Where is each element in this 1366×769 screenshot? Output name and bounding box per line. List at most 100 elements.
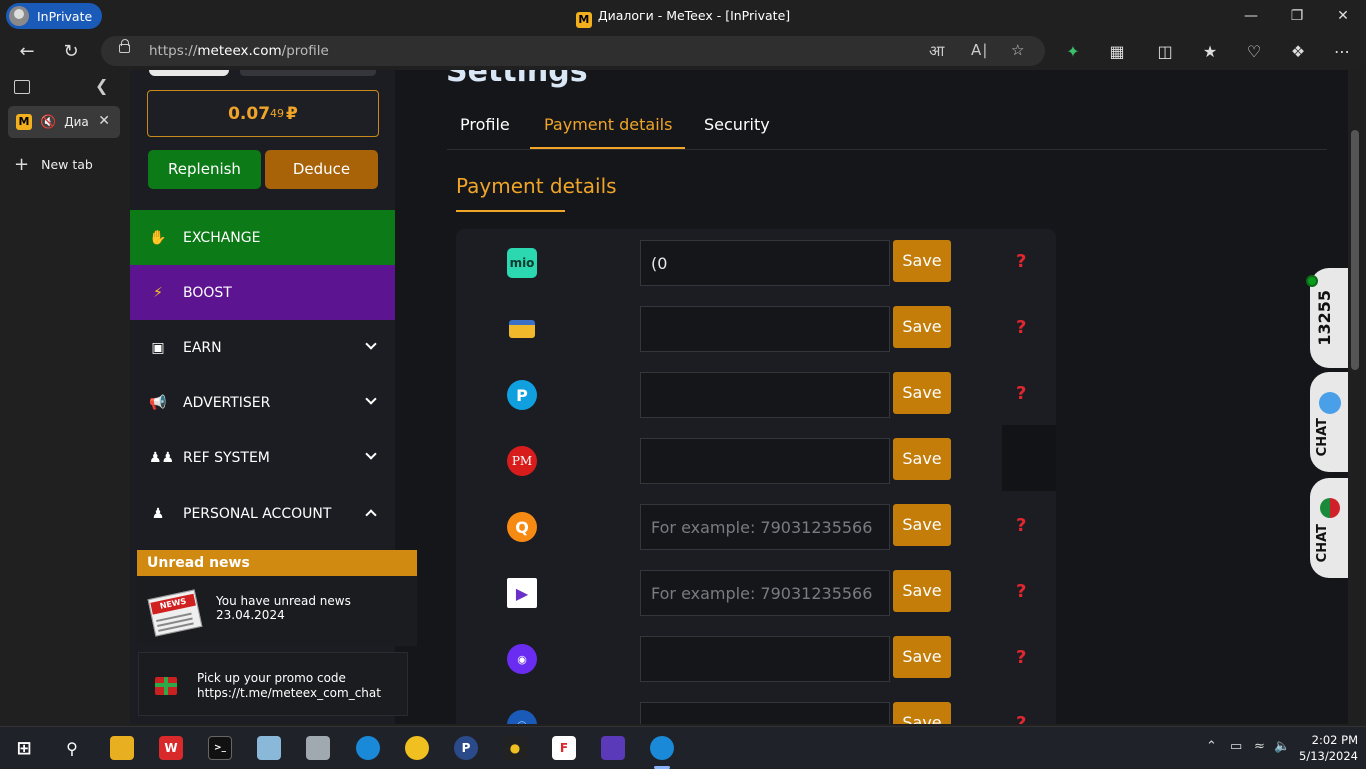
chat-bubble-icon [1319,392,1341,414]
save-button[interactable]: Save [893,570,951,612]
back-button[interactable]: ← [12,37,42,65]
notepad-icon[interactable] [257,736,281,760]
scrollbar-thumb[interactable] [1351,130,1359,370]
help-icon[interactable]: ? [1016,251,1026,272]
photos-icon[interactable] [601,736,625,760]
url-field[interactable]: https://meteex.com/profile आ A∣ ☆ [101,36,1045,66]
flipboard-icon[interactable]: F [552,736,576,760]
muted-speaker-icon[interactable]: 🔇 [40,115,56,130]
payment-row: Save ? [456,304,1056,354]
chat-widget-2[interactable]: CHAT [1310,478,1348,578]
page-scrollbar[interactable] [1348,70,1362,724]
save-button[interactable]: Save [893,702,951,724]
save-button[interactable]: Save [893,306,951,348]
payment-input[interactable] [640,438,890,484]
chevron-up-icon [365,509,377,521]
tab-security[interactable]: Security [704,115,770,134]
deduce-button[interactable]: Deduce [265,150,378,189]
chat2-label: CHAT [1315,524,1330,563]
help-icon[interactable]: ? [1016,515,1026,536]
menu-ref-system[interactable]: ♟♟ REF SYSTEM [130,430,395,485]
split-screen-icon[interactable]: ◫ [1154,40,1176,62]
collections-icon[interactable]: ❖ [1287,40,1309,62]
new-tab-button[interactable]: + New tab [14,154,93,175]
payment-input[interactable] [640,240,890,286]
show-hidden-icons-icon[interactable]: ⌃ [1206,739,1217,754]
volume-icon[interactable]: 🔈 [1274,739,1290,754]
p-app-icon[interactable]: P [454,736,478,760]
save-button[interactable]: Save [893,504,951,546]
bee-app-icon[interactable]: ● [503,736,527,760]
help-icon[interactable]: ? [1016,647,1026,668]
menu-exchange[interactable]: ✋ EXCHANGE [130,210,395,265]
favorite-star-icon[interactable]: ☆ [1011,41,1024,59]
section-title: Payment details [456,174,617,198]
balance-small: 49 [270,107,285,120]
settings-more-icon[interactable]: ⋯ [1331,40,1353,62]
web-content: 0.07 49 ₽ Replenish Deduce ✋ EXCHANGE ⚡ BO… [130,70,1362,724]
tab-actions-icon[interactable] [14,80,30,94]
translate-icon[interactable]: आ [929,41,944,61]
save-button[interactable]: Save [893,438,951,480]
refresh-button[interactable]: ↻ [56,37,86,65]
file-explorer-icon[interactable] [110,736,134,760]
news-card[interactable]: Unread news NEWS You have unread news 23… [137,550,417,646]
help-icon[interactable]: ? [1016,317,1026,338]
payment-input[interactable] [640,570,890,616]
payment-input[interactable] [640,636,890,682]
extensions-puzzle-icon[interactable]: ▦ [1106,40,1128,62]
menu-personal-account-label: PERSONAL ACCOUNT [183,505,332,522]
terminal-icon[interactable]: >_ [208,736,232,760]
settings-tabs: Profile Payment details Security [447,100,1327,150]
app-window-icon[interactable] [306,736,330,760]
menu-earn[interactable]: ▣ EARN [130,320,395,375]
replenish-button[interactable]: Replenish [148,150,261,189]
save-button[interactable]: Save [893,636,951,678]
payment-input[interactable] [640,372,890,418]
help-icon[interactable]: ? [1016,713,1026,724]
payment-input[interactable] [640,306,890,352]
close-tab-icon[interactable]: ✕ [98,113,110,129]
payment-input[interactable] [640,702,890,724]
extension-icon[interactable]: ✦ [1062,40,1084,62]
favorites-icon[interactable]: ★ [1199,40,1221,62]
help-icon[interactable]: ? [1016,581,1026,602]
flag-icon [1320,498,1340,518]
person-icon: ♟ [151,505,165,522]
payment-row: P Save ? [456,370,1056,420]
bank-card-icon [509,320,535,338]
lock-icon [119,39,130,53]
start-windows-icon[interactable]: ⊞ [12,736,36,760]
minimize-button[interactable]: — [1228,0,1274,32]
help-icon[interactable]: ? [1016,383,1026,404]
battery-icon[interactable]: ▭ [1230,739,1242,754]
news-text: You have unread news 23.04.2024 [216,594,351,622]
edge-browser-icon[interactable] [356,736,380,760]
chat-widget-1[interactable]: CHAT [1310,372,1348,472]
menu-personal-account[interactable]: ♟ PERSONAL ACCOUNT [130,486,395,541]
maximize-button[interactable]: ❐ [1274,0,1320,32]
payment-input[interactable] [640,504,890,550]
clock[interactable]: 2:02 PM 5/13/2024 [1296,732,1358,764]
save-button[interactable]: Save [893,240,951,282]
collapse-pane-icon[interactable]: ❮ [95,76,108,95]
wifi-icon[interactable]: ≈ [1254,739,1265,754]
colorful-app-icon[interactable] [405,736,429,760]
tab-meteex[interactable]: M 🔇 Диа ✕ [8,106,120,138]
address-bar: ← ↻ https://meteex.com/profile आ A∣ ☆ ✦ … [0,32,1366,70]
search-icon[interactable]: ⚲ [60,736,84,760]
edge-inprivate-icon[interactable] [650,736,674,760]
wps-office-icon[interactable]: W [159,736,183,760]
browser-essentials-icon[interactable]: ♡ [1243,40,1265,62]
menu-advertiser[interactable]: 📢 ADVERTISER [130,375,395,430]
tab-profile[interactable]: Profile [460,115,510,134]
meteex-favicon-icon: M [575,12,592,28]
promo-card[interactable]: Pick up your promo code https://t.me/met… [138,652,408,716]
payeer-icon: P [507,380,537,410]
tab-payment-details[interactable]: Payment details [544,115,672,134]
close-window-button[interactable]: ✕ [1320,0,1366,32]
menu-boost[interactable]: ⚡ BOOST [130,265,395,320]
mio-icon: mio [507,248,537,278]
read-aloud-icon[interactable]: A∣ [971,41,989,59]
save-button[interactable]: Save [893,372,951,414]
